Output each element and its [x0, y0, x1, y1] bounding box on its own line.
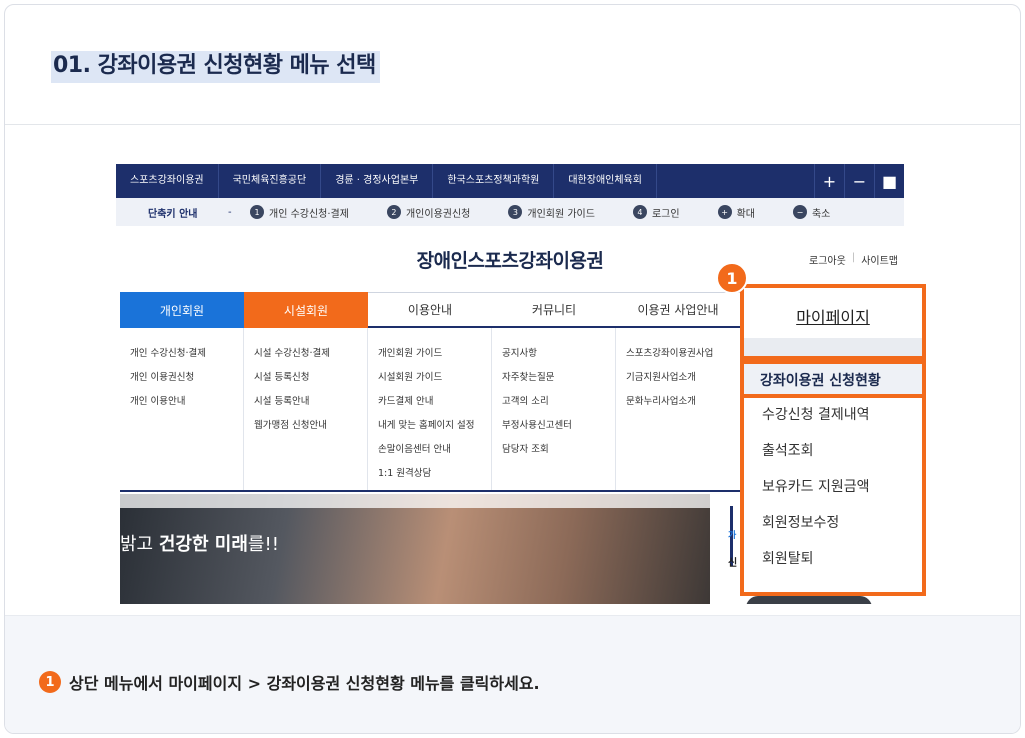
shortcut-item[interactable]: + 확대 [717, 205, 755, 220]
dropdown-item[interactable]: 개인회원 가이드 [378, 342, 491, 366]
key-badge: 4 [632, 205, 647, 219]
dropdown-item[interactable]: 웹가맹점 신청안내 [254, 414, 367, 438]
hero-slogan: 밝고 건강한 미래를!! [120, 530, 279, 556]
side-text: 가 [728, 531, 737, 541]
selected-menu-highlight: 강좌이용권 신청현황 [740, 360, 926, 398]
step-marker-badge: 1 [716, 262, 748, 294]
hero-headline-strip [120, 494, 710, 508]
dropdown-item[interactable]: 개인 이용안내 [130, 390, 243, 414]
dropdown-item[interactable]: 카드결제 안내 [378, 390, 491, 414]
dropdown-item[interactable]: 자주찾는질문 [502, 366, 615, 390]
instruction-line: 1 상단 메뉴에서 마이페이지 > 강좌이용권 신청현황 메뉴를 클릭하세요. [39, 670, 540, 694]
plus-icon[interactable]: + [814, 164, 844, 198]
dropdown-column-guide: 개인회원 가이드 시설회원 가이드 카드결제 안내 내게 맞는 홈페이지 설정 … [368, 328, 492, 490]
site-logo-title[interactable]: 장애인스포츠강좌이용권 [116, 246, 904, 273]
topbar-link[interactable]: 대한장애인체육회 [554, 164, 657, 198]
sitemap-link[interactable]: 사이트맵 [855, 252, 904, 267]
shortcut-item-label: 개인회원 가이드 [527, 208, 595, 220]
topbar-link[interactable]: 경륜 · 경정사업본부 [321, 164, 434, 198]
mypage-highlight-box: 마이페이지 [740, 284, 926, 360]
minus-icon[interactable]: − [844, 164, 874, 198]
nav-program-info[interactable]: 이용권 사업안내 [616, 292, 740, 328]
menu-item-course-voucher-status[interactable]: 강좌이용권 신청현황 [760, 370, 881, 390]
guide-header: 01. 강좌이용권 신청현황 메뉴 선택 [5, 5, 1020, 125]
shortcut-item-label: 로그인 [651, 208, 680, 220]
dropdown-item[interactable]: 공지사항 [502, 342, 615, 366]
shortcut-item[interactable]: 2 개인이용권신청 [386, 205, 471, 220]
dropdown-item[interactable]: 담당자 조회 [502, 438, 615, 462]
shortcut-label: 단축키 안내 [148, 208, 198, 220]
hero-slogan-suffix: 를!! [247, 534, 279, 555]
mega-dropdown: 개인 수강신청·결제 개인 이용권신청 개인 이용안내 시설 수강신청·결제 시… [120, 328, 740, 492]
nav-facility-member[interactable]: 시설회원 [244, 292, 368, 328]
topbar-link[interactable]: 국민체육진흥공단 [219, 164, 322, 198]
shortcut-item-label: 축소 [811, 208, 831, 220]
key-badge: 1 [250, 205, 264, 219]
shortcut-item-label: 개인 수강신청·결제 [269, 208, 349, 220]
dropdown-column-personal: 개인 수강신청·결제 개인 이용권신청 개인 이용안내 [120, 328, 244, 490]
instruction-text: 상단 메뉴에서 마이페이지 > 강좌이용권 신청현황 메뉴를 클릭하세요. [69, 674, 540, 693]
dropdown-item[interactable]: 고객의 소리 [502, 390, 615, 414]
shortcut-item[interactable]: 1 개인 수강신청·결제 [250, 205, 349, 220]
menu-item-withdraw[interactable]: 회원탈퇴 [762, 548, 814, 568]
mypage-submenu: 수강신청 결제내역 출석조회 보유카드 지원금액 회원정보수정 회원탈퇴 [740, 398, 926, 596]
hero-banner: 밝고 건강한 미래를!! [120, 494, 710, 604]
dropdown-item[interactable]: 1:1 원격상담 [378, 462, 491, 486]
nav-community[interactable]: 커뮤니티 [492, 292, 616, 328]
dropdown-column-facility: 시설 수강신청·결제 시설 등록신청 시설 등록안내 웹가맹점 신청안내 [244, 328, 368, 490]
hero-slogan-prefix: 밝고 [120, 534, 159, 555]
shortcut-item-label: 확대 [736, 208, 755, 220]
step-number-badge: 1 [39, 671, 61, 693]
nav-personal-member[interactable]: 개인회원 [120, 292, 244, 328]
dropdown-item[interactable]: 시설 등록신청 [254, 366, 367, 390]
dropdown-item[interactable]: 문화누리사업소개 [626, 390, 740, 414]
side-text: 신 [728, 558, 738, 569]
shortcut-item[interactable]: 3 개인회원 가이드 [508, 205, 595, 220]
guide-title: 01. 강좌이용권 신청현황 메뉴 선택 [51, 51, 380, 83]
shortcut-bar: 단축키 안내 - 1 개인 수강신청·결제 2 개인이용권신청 3 개인회원 가이드 … [116, 198, 904, 226]
dropdown-item[interactable]: 스포츠강좌이용권사업 [626, 342, 740, 366]
key-badge: 2 [386, 205, 401, 219]
shortcut-dash: - [228, 206, 232, 218]
shortcut-item-label: 개인이용권신청 [405, 208, 471, 220]
dropdown-item[interactable]: 시설 수강신청·결제 [254, 342, 367, 366]
topbar-link[interactable]: 스포츠강좌이용권 [116, 164, 219, 198]
main-nav: 개인회원 시설회원 이용안내 커뮤니티 이용권 사업안내 [120, 292, 740, 328]
topbar-link[interactable]: 한국스포츠정책과학원 [433, 164, 555, 198]
menu-item-payment-history[interactable]: 수강신청 결제내역 [762, 404, 870, 424]
dropdown-item[interactable]: 시설 등록안내 [254, 390, 367, 414]
shortcut-item[interactable]: − 축소 [792, 205, 831, 220]
guide-footer: 1 상단 메뉴에서 마이페이지 > 강좌이용권 신청현황 메뉴를 클릭하세요. [5, 615, 1020, 733]
menu-divider [744, 338, 922, 356]
zoom-out-icon: − [792, 205, 807, 219]
dropdown-item[interactable]: 부정사용신고센터 [502, 414, 615, 438]
square-icon[interactable]: ■ [874, 164, 904, 198]
mypage-menu-title[interactable]: 마이페이지 [744, 304, 922, 328]
dropdown-item[interactable]: 기금지원사업소개 [626, 366, 740, 390]
top-link-bar: 스포츠강좌이용권 국민체육진흥공단 경륜 · 경정사업본부 한국스포츠정책과학원… [116, 164, 904, 198]
dropdown-item[interactable]: 개인 이용권신청 [130, 366, 243, 390]
dropdown-item[interactable]: 개인 수강신청·결제 [130, 342, 243, 366]
key-badge: 3 [508, 205, 523, 219]
hero-slogan-bold: 건강한 미래 [158, 534, 248, 555]
logout-link[interactable]: 로그아웃 [803, 252, 852, 267]
dropdown-item[interactable]: 손말이음센터 안내 [378, 438, 491, 462]
menu-item-edit-profile[interactable]: 회원정보수정 [762, 512, 839, 532]
dropdown-column-program: 스포츠강좌이용권사업 기금지원사업소개 문화누리사업소개 [616, 328, 740, 490]
dark-button-partial [746, 596, 872, 604]
util-links: 로그아웃 | 사이트맵 [803, 252, 904, 267]
zoom-in-icon: + [717, 205, 732, 219]
dropdown-item[interactable]: 시설회원 가이드 [378, 366, 491, 390]
zoom-tools: + − ■ [814, 164, 904, 198]
shortcut-item[interactable]: 4 로그인 [632, 205, 680, 220]
menu-item-attendance[interactable]: 출석조회 [762, 440, 814, 460]
dropdown-item[interactable]: 내게 맞는 홈페이지 설정 [378, 414, 491, 438]
menu-item-card-balance[interactable]: 보유카드 지원금액 [762, 476, 870, 496]
dropdown-column-community: 공지사항 자주찾는질문 고객의 소리 부정사용신고센터 담당자 조회 [492, 328, 616, 490]
nav-usage-guide[interactable]: 이용안내 [368, 292, 492, 328]
